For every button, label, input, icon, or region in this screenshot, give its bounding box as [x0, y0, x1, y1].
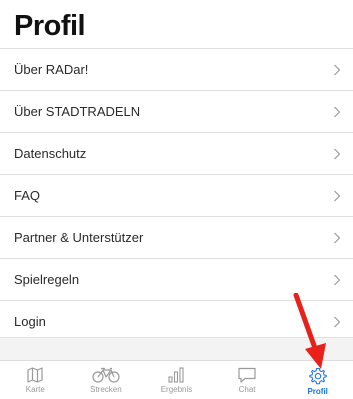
tab-profil[interactable]: Profil — [282, 361, 353, 399]
menu-item-label: Datenschutz — [14, 146, 87, 161]
tab-label: Karte — [25, 385, 45, 394]
menu-item-label: FAQ — [14, 188, 41, 203]
menu-item-faq[interactable]: FAQ — [0, 175, 353, 217]
menu-item-label: Partner & Unterstützer — [14, 230, 144, 245]
chevron-right-icon — [333, 64, 341, 76]
bottom-tab-bar: Karte Strecken Ergebnis Chat Profil — [0, 360, 353, 399]
menu-item-partners[interactable]: Partner & Unterstützer — [0, 217, 353, 259]
tab-chat[interactable]: Chat — [212, 361, 283, 399]
tab-label: Ergebnis — [160, 385, 193, 394]
tab-karte[interactable]: Karte — [0, 361, 71, 399]
page-title: Profil — [14, 10, 86, 42]
header: Profil — [0, 0, 353, 48]
chevron-right-icon — [333, 232, 341, 244]
chat-icon — [237, 367, 257, 383]
tab-label: Chat — [238, 385, 256, 394]
map-icon — [26, 367, 44, 383]
chevron-right-icon — [333, 274, 341, 286]
menu-item-label: Spielregeln — [14, 272, 80, 287]
chevron-right-icon — [333, 148, 341, 160]
tab-ergebnis[interactable]: Ergebnis — [141, 361, 212, 399]
menu-item-about-stadtradeln[interactable]: Über STADTRADELN — [0, 91, 353, 133]
menu-item-label: Über RADar! — [14, 62, 89, 77]
tab-label: Profil — [307, 387, 328, 396]
bar-chart-icon — [167, 367, 185, 383]
gear-icon — [308, 367, 327, 385]
tab-label: Strecken — [90, 385, 122, 394]
chevron-right-icon — [333, 316, 341, 328]
chevron-right-icon — [333, 106, 341, 118]
bicycle-icon — [91, 367, 121, 383]
profile-menu: Über RADar! Über STADTRADELN Datenschutz… — [0, 48, 353, 343]
chevron-right-icon — [333, 190, 341, 202]
menu-item-label: Über STADTRADELN — [14, 104, 141, 119]
menu-item-about-radar[interactable]: Über RADar! — [0, 49, 353, 91]
menu-item-privacy[interactable]: Datenschutz — [0, 133, 353, 175]
list-footer-spacer — [0, 337, 353, 361]
menu-item-label: Login — [14, 314, 46, 329]
tab-strecken[interactable]: Strecken — [71, 361, 142, 399]
menu-item-rules[interactable]: Spielregeln — [0, 259, 353, 301]
